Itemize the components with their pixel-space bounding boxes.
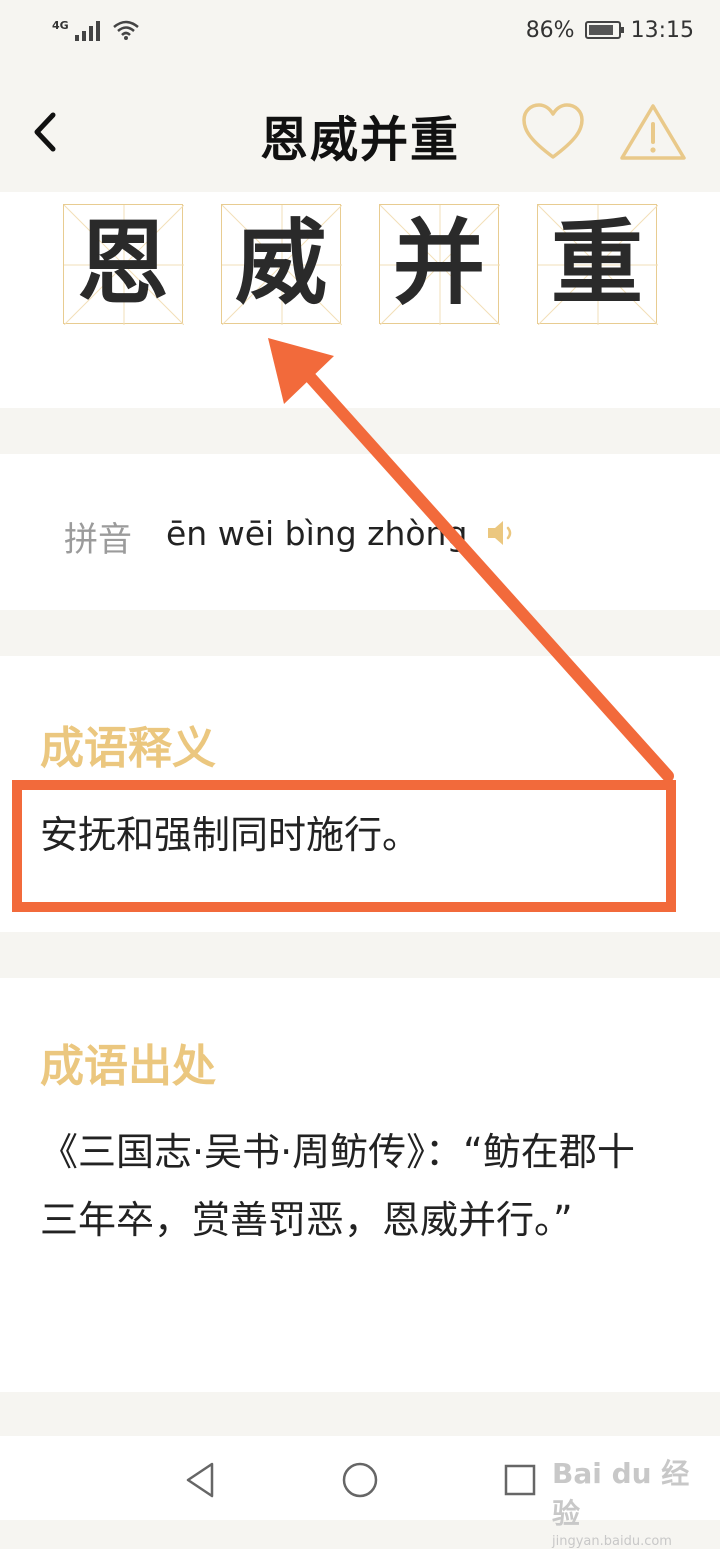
characters-card: 恩 威 并 重 [0,192,720,408]
battery-icon [584,21,624,39]
watermark-sub: jingyan.baidu.com [552,1534,672,1549]
signal-icon [74,19,100,41]
status-bar: 4G 86% 13:15 [0,0,720,60]
warning-triangle-icon [620,104,686,160]
battery-percent: 86% [525,17,575,43]
triangle-back-icon [186,1462,214,1498]
watermark-main: Bai du 经验 [552,1457,690,1530]
meaning-title: 成语释义 [40,723,216,774]
network-type: 4G [52,19,69,32]
status-left: 4G [52,19,140,41]
annotation-highlight-box [12,780,676,912]
square-recents-icon [504,1464,536,1496]
page-title: 恩威并重 [259,112,460,168]
character-box[interactable]: 并 [379,204,500,325]
character-box[interactable]: 重 [537,204,658,325]
nav-recents-button[interactable] [498,1458,542,1502]
character-glyph: 并 [392,210,485,317]
heart-outline-icon [522,103,584,159]
origin-title: 成语出处 [40,1041,216,1092]
circle-home-icon [342,1462,378,1498]
nav-home-button[interactable] [338,1458,382,1502]
character-glyph: 重 [550,210,643,317]
pinyin-card: 拼音 ēn wēi bìng zhòng [0,454,720,610]
origin-card: 成语出处 《三国志·吴书·周鲂传》：“鲂在郡十三年卒，赏善罚恶，恩威并行。” [0,978,720,1392]
origin-text: 《三国志·吴书·周鲂传》：“鲂在郡十三年卒，赏善罚恶，恩威并行。” [40,1130,635,1242]
character-glyph: 恩 [76,210,169,317]
pinyin-label: 拼音 [64,520,132,560]
favorite-button[interactable] [520,102,586,168]
pinyin-text: ēn wēi bìng zhòng [166,514,468,553]
report-button[interactable] [618,102,688,168]
baidu-watermark: Bai du 经验 jingyan.baidu.com [552,1452,702,1549]
character-box[interactable]: 威 [221,204,342,325]
status-right: 86% 13:15 [526,18,694,43]
character-glyph: 威 [234,210,327,317]
speaker-icon[interactable] [486,518,520,548]
wifi-icon [112,20,139,40]
character-box[interactable]: 恩 [63,204,184,325]
app-header: 恩威并重 [0,60,720,192]
clock: 13:15 [630,17,694,43]
nav-back-button[interactable] [180,1458,224,1502]
